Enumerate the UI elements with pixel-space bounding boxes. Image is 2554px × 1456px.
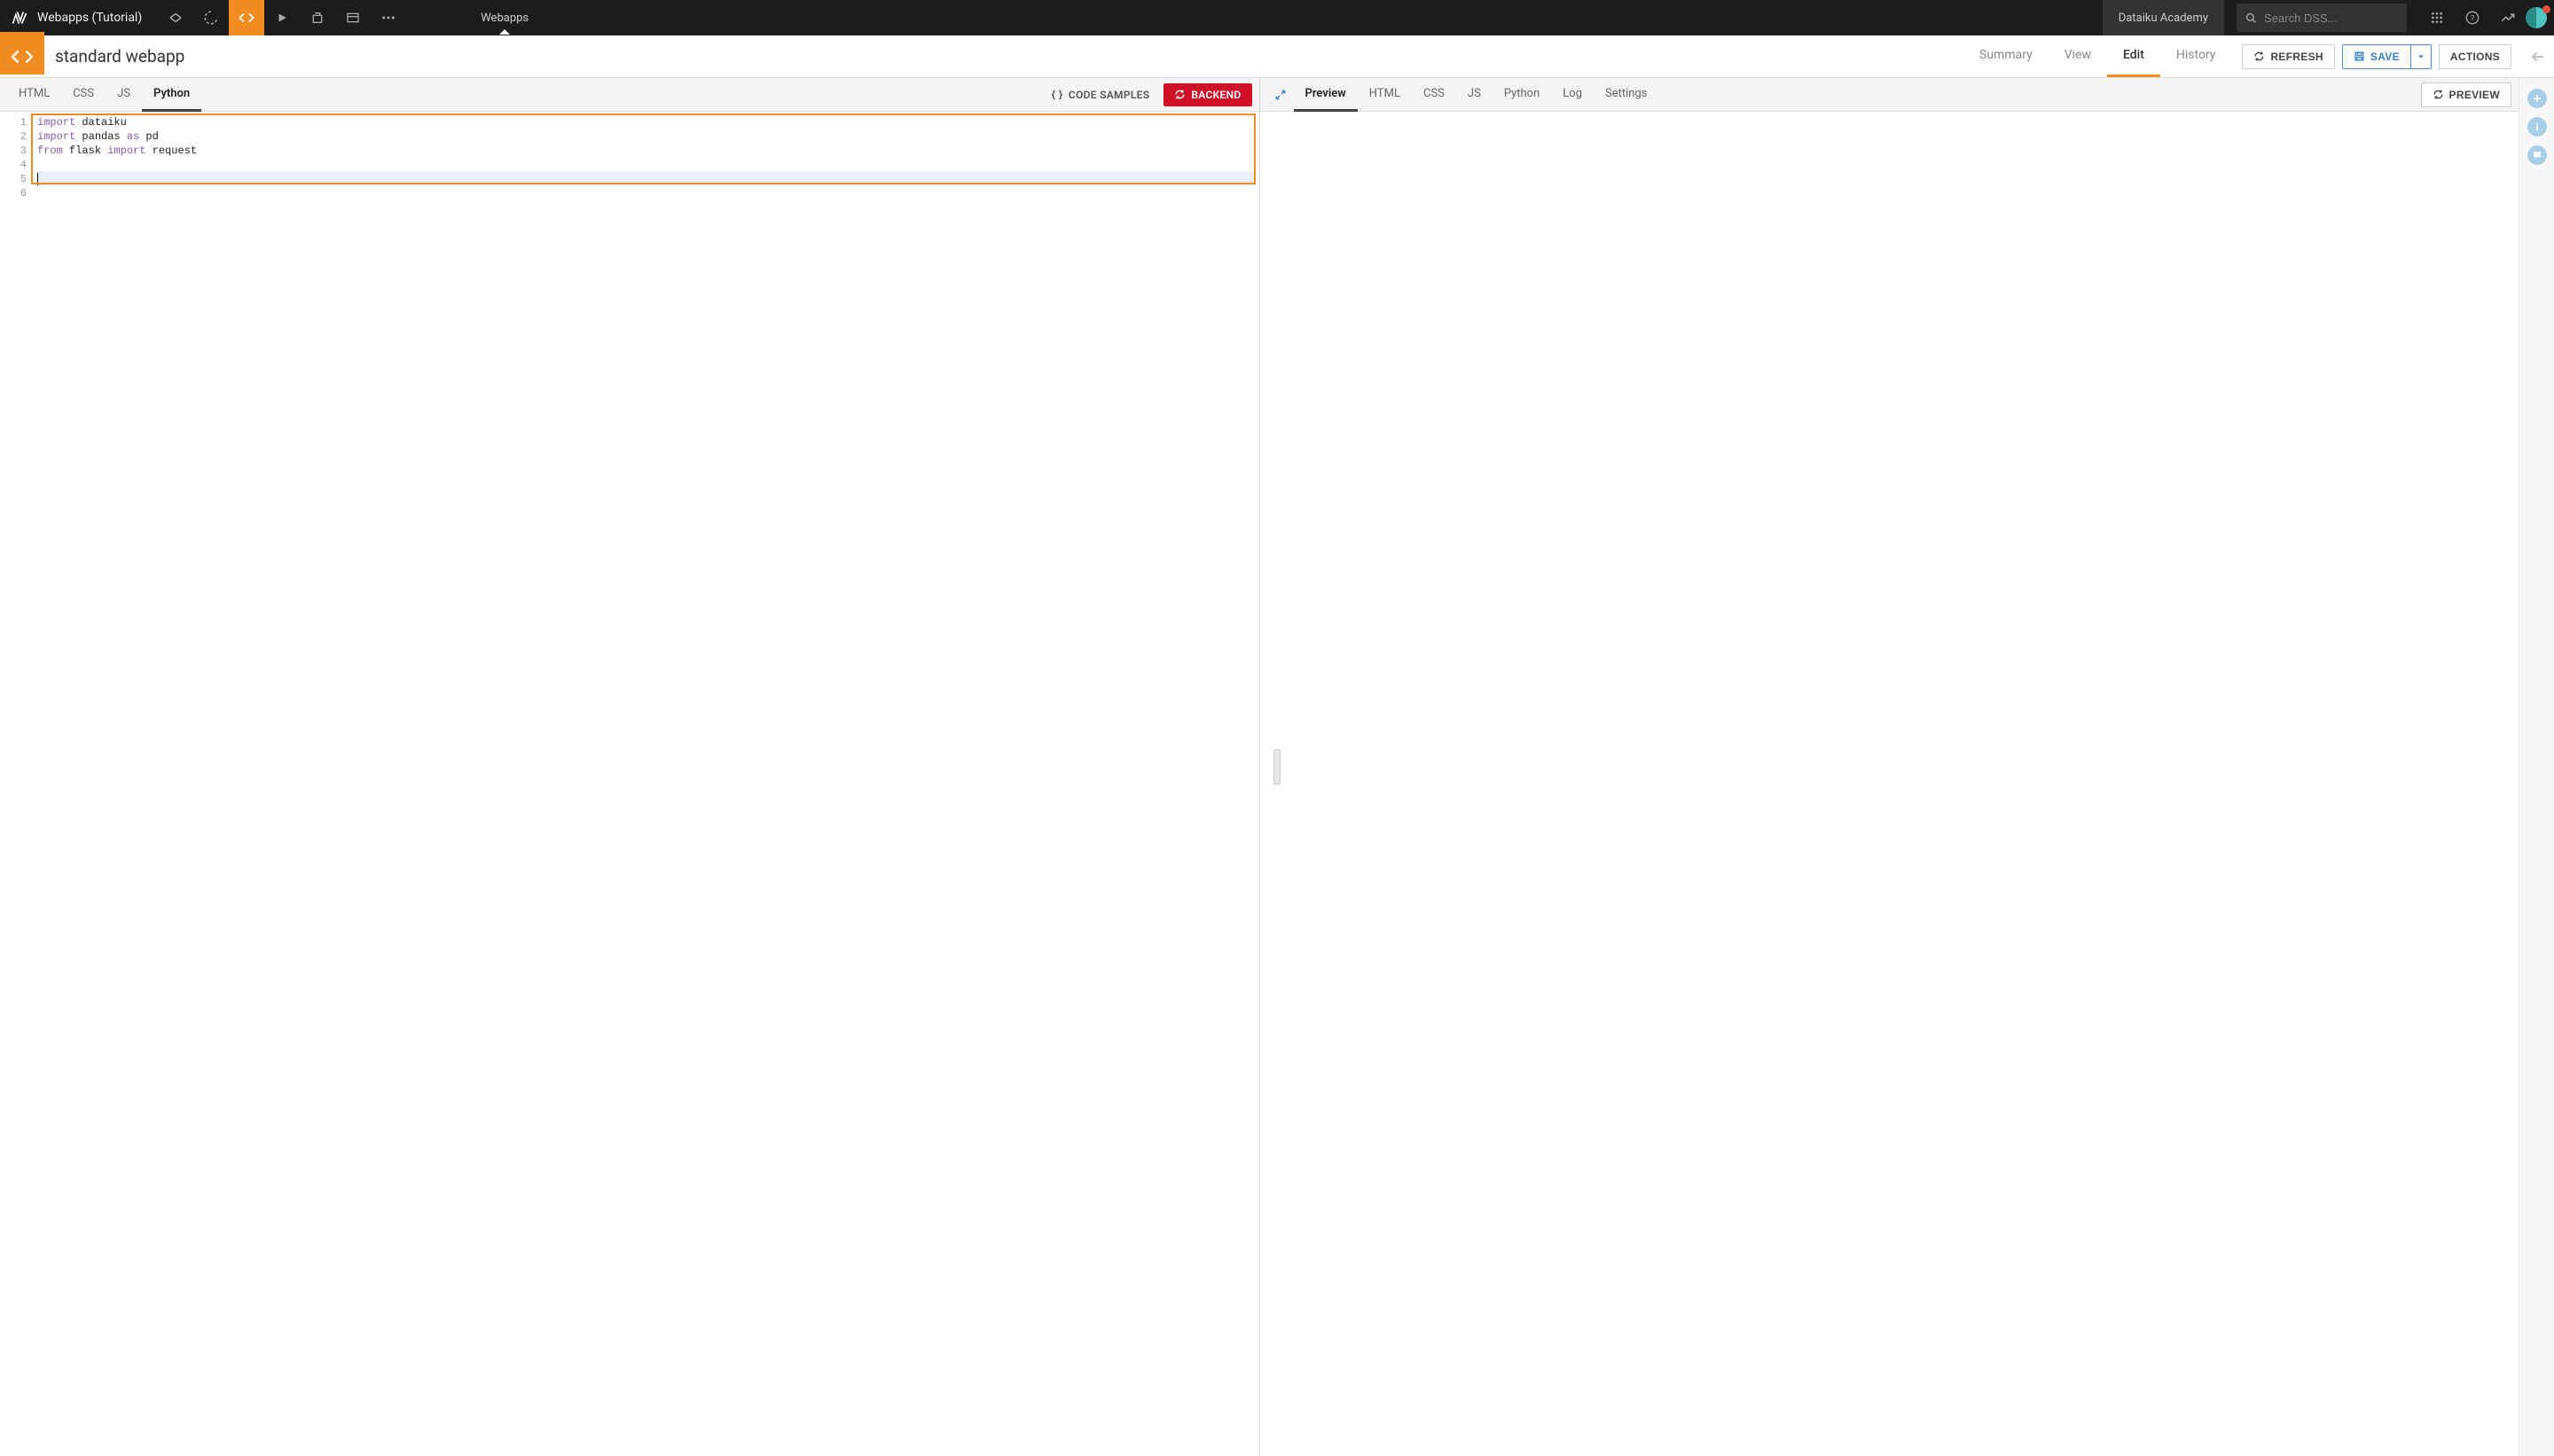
tab-view[interactable]: View <box>2049 35 2107 77</box>
save-label: SAVE <box>2370 51 2400 63</box>
back-arrow[interactable] <box>2522 35 2554 78</box>
topnav-right: Dataiku Academy ? <box>2103 0 2554 35</box>
right-tab-python[interactable]: Python <box>1492 79 1551 112</box>
left-panel-actions: CODE SAMPLES BACKEND <box>1044 83 1252 106</box>
right-panel-actions: PREVIEW <box>2421 82 2511 107</box>
panel-icon[interactable] <box>335 0 371 35</box>
preview-body <box>1260 112 2519 1456</box>
more-icon[interactable] <box>371 0 406 35</box>
svg-text:?: ? <box>2471 13 2475 23</box>
info-icon <box>2532 121 2542 132</box>
left-panel-tabs: HTML CSS JS Python CODE SAMPLES BACKEND <box>0 78 1259 112</box>
tab-history[interactable]: History <box>2160 35 2232 77</box>
chevron-down-icon <box>2417 52 2425 61</box>
rail-chat-button[interactable] <box>2527 145 2547 165</box>
webapp-type-icon <box>0 32 44 74</box>
save-icon <box>2354 51 2365 62</box>
line-number-gutter: 123456 <box>0 112 34 1456</box>
dataiku-logo-icon[interactable] <box>11 9 28 27</box>
flow-icon[interactable] <box>158 0 193 35</box>
save-button[interactable]: SAVE <box>2342 44 2411 69</box>
object-header: standard webapp Summary View Edit Histor… <box>0 35 2554 78</box>
code-editor[interactable]: 123456 import dataikuimport pandas as pd… <box>0 112 1259 1456</box>
expand-button[interactable] <box>1267 89 1294 101</box>
save-button-group: SAVE <box>2342 44 2432 69</box>
sync-icon <box>1174 89 1186 100</box>
refresh-icon <box>2253 51 2265 62</box>
left-panel: HTML CSS JS Python CODE SAMPLES BACKEND … <box>0 78 1260 1456</box>
topnav-left: Webapps (Tutorial) <box>0 0 406 35</box>
search-input[interactable] <box>2264 12 2398 25</box>
rail-add-button[interactable] <box>2527 89 2547 108</box>
right-tab-css[interactable]: CSS <box>1412 79 1456 112</box>
panel-divider[interactable] <box>1273 749 1281 785</box>
right-tab-log[interactable]: Log <box>1551 79 1594 112</box>
code-icon[interactable] <box>229 0 264 35</box>
right-tab-html[interactable]: HTML <box>1358 79 1412 112</box>
user-avatar[interactable] <box>2526 7 2547 28</box>
braces-icon <box>1051 89 1063 101</box>
top-navigation: Webapps (Tutorial) Webapps Dataiku Acade… <box>0 0 2554 35</box>
preview-button[interactable]: PREVIEW <box>2421 82 2511 107</box>
right-panel: Preview HTML CSS JS Python Log Settings … <box>1260 78 2519 1456</box>
arrow-left-icon <box>2530 49 2546 65</box>
breadcrumb: Webapps <box>406 12 2103 25</box>
code-content[interactable]: import dataikuimport pandas as pdfrom fl… <box>34 112 1259 1456</box>
backend-label: BACKEND <box>1191 89 1241 101</box>
preview-label: PREVIEW <box>2449 89 2500 101</box>
chat-icon <box>2532 150 2542 160</box>
backend-button[interactable]: BACKEND <box>1163 83 1251 106</box>
webapp-title[interactable]: standard webapp <box>55 46 184 67</box>
refresh-icon <box>2433 89 2444 100</box>
rail-info-button[interactable] <box>2527 117 2547 137</box>
expand-icon <box>1274 89 1287 101</box>
plus-icon <box>2532 93 2542 104</box>
left-tab-html[interactable]: HTML <box>7 79 61 112</box>
right-tab-js[interactable]: JS <box>1456 79 1492 112</box>
code-samples-button[interactable]: CODE SAMPLES <box>1044 89 1156 101</box>
breadcrumb-current[interactable]: Webapps <box>477 12 532 25</box>
right-rail <box>2519 78 2554 1456</box>
project-name[interactable]: Webapps (Tutorial) <box>37 11 142 25</box>
right-panel-tabs: Preview HTML CSS JS Python Log Settings … <box>1260 78 2519 112</box>
right-tab-settings[interactable]: Settings <box>1594 79 1658 112</box>
cycle-icon[interactable] <box>193 0 229 35</box>
editor-area: HTML CSS JS Python CODE SAMPLES BACKEND … <box>0 78 2554 1456</box>
refresh-button[interactable]: REFRESH <box>2242 44 2334 69</box>
left-tab-python[interactable]: Python <box>142 79 201 112</box>
save-stack-icon[interactable] <box>300 0 335 35</box>
left-tab-js[interactable]: JS <box>106 79 142 112</box>
object-tabs: Summary View Edit History <box>1963 35 2231 77</box>
actions-button[interactable]: ACTIONS <box>2439 44 2511 69</box>
academy-link[interactable]: Dataiku Academy <box>2103 0 2224 35</box>
object-actions: REFRESH SAVE ACTIONS <box>2231 44 2522 69</box>
save-dropdown-button[interactable] <box>2411 44 2432 69</box>
help-icon[interactable]: ? <box>2455 0 2490 35</box>
tab-edit[interactable]: Edit <box>2107 35 2160 77</box>
refresh-label: REFRESH <box>2270 51 2323 63</box>
apps-icon[interactable] <box>2419 0 2455 35</box>
play-icon[interactable] <box>264 0 300 35</box>
code-samples-label: CODE SAMPLES <box>1069 89 1149 101</box>
notification-dot-icon <box>2542 5 2550 13</box>
tab-summary[interactable]: Summary <box>1963 35 2049 77</box>
right-tab-preview[interactable]: Preview <box>1294 79 1358 112</box>
left-tab-css[interactable]: CSS <box>61 79 106 112</box>
search-box[interactable] <box>2237 4 2407 32</box>
search-icon <box>2245 12 2257 25</box>
activity-icon[interactable] <box>2490 0 2526 35</box>
